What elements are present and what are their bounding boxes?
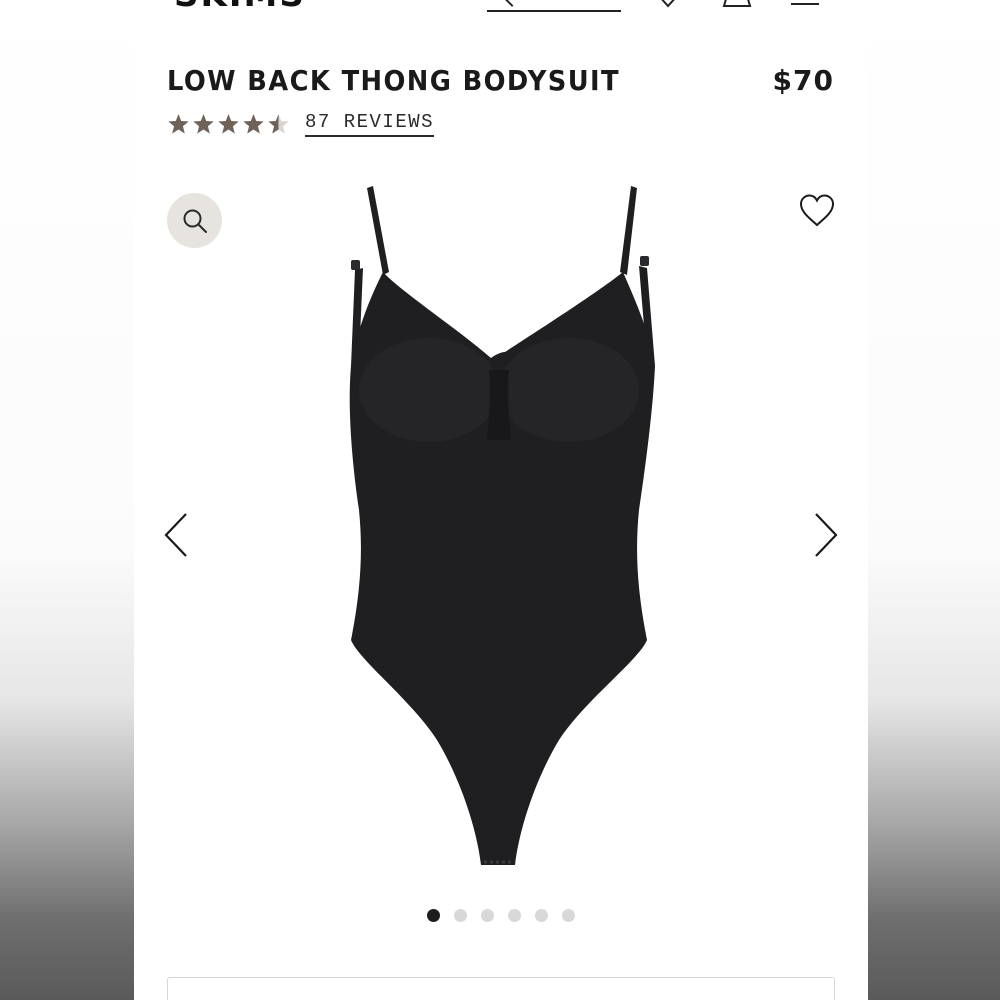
bodysuit-illustration [349, 186, 655, 865]
star-icon [193, 114, 214, 134]
zoom-icon [183, 209, 207, 233]
search-icon [502, 0, 522, 7]
chevron-left-icon[interactable] [162, 510, 194, 560]
product-image [349, 186, 655, 865]
reviews-link[interactable]: 87 REVIEWS [305, 111, 435, 137]
user-icon[interactable] [721, 0, 753, 8]
chevron-right-icon[interactable] [808, 510, 840, 560]
brand-logo[interactable]: SKIMS [174, 0, 306, 12]
carousel-dot[interactable] [535, 909, 548, 922]
right-backdrop [868, 0, 1000, 1000]
product-gallery [134, 165, 868, 925]
zoom-button[interactable] [167, 193, 222, 248]
product-price: $70 [772, 64, 834, 97]
star-icon [268, 114, 289, 134]
carousel-dot[interactable] [454, 909, 467, 922]
carousel-dot[interactable] [508, 909, 521, 922]
product-title: LOW BACK THONG BODYSUIT [167, 64, 620, 97]
star-rating [167, 113, 290, 135]
menu-icon[interactable] [789, 0, 821, 8]
product-page: SKIMS LOW BACK THONG BODYSUIT $70 87 REV… [134, 0, 868, 1000]
carousel-pagination [134, 909, 868, 922]
search-input[interactable] [487, 0, 621, 12]
carousel-dot[interactable] [427, 909, 440, 922]
star-icon [218, 114, 239, 134]
carousel-dot[interactable] [562, 909, 575, 922]
product-rating: 87 REVIEWS [167, 111, 435, 137]
carousel-dot[interactable] [481, 909, 494, 922]
heart-icon[interactable] [654, 0, 682, 8]
star-icon [168, 114, 189, 134]
left-backdrop [0, 0, 134, 1000]
wishlist-heart-icon[interactable] [798, 193, 836, 229]
size-selector[interactable] [167, 977, 835, 1000]
star-icon [243, 114, 264, 134]
